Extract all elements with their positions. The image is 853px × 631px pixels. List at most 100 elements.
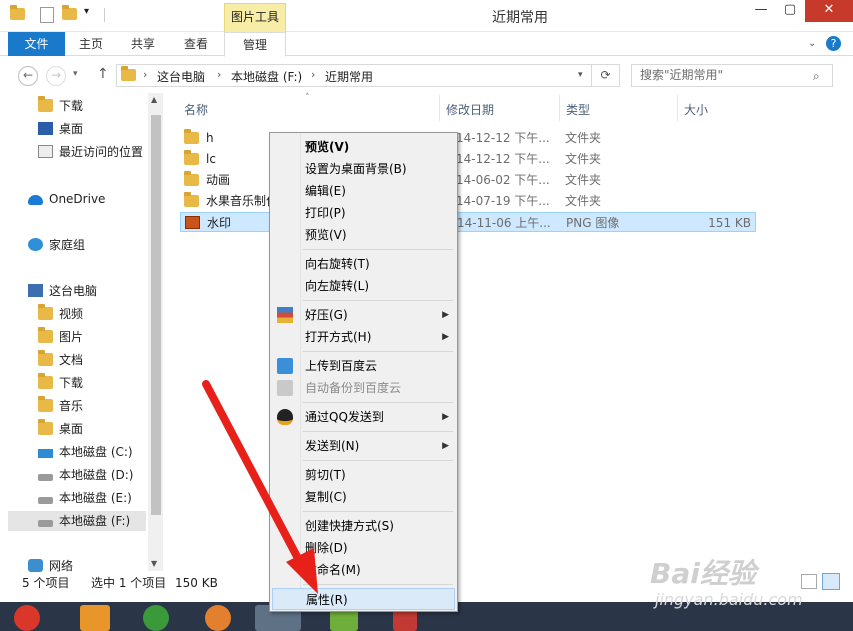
file-row[interactable]: lc 14-12-12 下午... 文件夹 (180, 149, 756, 169)
folder-icon (10, 5, 25, 22)
nav-item-drive-f[interactable]: 本地磁盘 (F:) (8, 511, 146, 531)
menu-item-edit[interactable]: 编辑(E) (272, 180, 455, 202)
folder-icon (121, 66, 136, 84)
nav-item-desktop-2[interactable]: 桌面 (38, 419, 83, 439)
ribbon-tabs: 文件 主页 共享 查看 管理 ⌄ ? (0, 32, 853, 57)
drive-icon (38, 497, 53, 504)
nav-item-onedrive[interactable]: OneDrive (28, 189, 105, 209)
nav-item-drive-e[interactable]: 本地磁盘 (E:) (38, 488, 132, 508)
tab-file[interactable]: 文件 (8, 32, 65, 56)
qat-divider (104, 8, 105, 22)
videos-icon (38, 304, 53, 320)
address-bar[interactable]: › 这台电脑 › 本地磁盘 (F:) › 近期常用 ▾ (116, 64, 592, 87)
nav-item-recent-places[interactable]: 最近访问的位置 (38, 142, 143, 162)
menu-item-haozip[interactable]: 好压(G) ▶ (272, 304, 455, 326)
drive-icon (38, 520, 53, 527)
back-icon[interactable]: ← (18, 66, 38, 86)
nav-item-downloads-2[interactable]: 下载 (38, 373, 83, 393)
arrow-head (286, 548, 318, 594)
system-drive-icon (38, 449, 53, 458)
file-row[interactable]: h 14-12-12 下午... 文件夹 (180, 128, 756, 148)
file-row[interactable]: 水果音乐制作 14-07-19 下午... 文件夹 (180, 191, 756, 211)
baidu-watermark-url: jingyan.baidu.com (655, 590, 803, 609)
close-icon[interactable]: ✕ (805, 0, 853, 22)
details-view-icon[interactable] (801, 574, 817, 589)
crumb-recent[interactable]: 近期常用 (325, 68, 373, 85)
submenu-arrow-icon: ▶ (442, 412, 449, 422)
media-player-icon[interactable] (14, 605, 40, 631)
address-dropdown-icon[interactable]: ▾ (578, 70, 583, 80)
menu-item-rotate-right[interactable]: 向右旋转(T) (272, 253, 455, 275)
file-row-selected[interactable]: 水印 14-11-06 上午... PNG 图像 151 KB (180, 212, 756, 232)
submenu-arrow-icon: ▶ (442, 332, 449, 342)
nav-item-pictures[interactable]: 图片 (38, 327, 83, 347)
folder-icon (184, 171, 199, 186)
crumb-this-pc[interactable]: 这台电脑 (157, 68, 205, 85)
nav-item-documents[interactable]: 文档 (38, 350, 83, 370)
refresh-icon[interactable]: ⟳ (592, 64, 620, 87)
scroll-down-icon[interactable]: ▼ (151, 559, 157, 568)
homegroup-icon (28, 238, 43, 251)
submenu-arrow-icon: ▶ (442, 310, 449, 320)
help-icon[interactable]: ? (826, 36, 841, 51)
nav-item-drive-c[interactable]: 本地磁盘 (C:) (38, 442, 133, 462)
scroll-up-icon[interactable]: ▲ (151, 95, 157, 104)
nav-item-homegroup[interactable]: 家庭组 (28, 235, 85, 255)
pictures-icon (38, 327, 53, 343)
nav-item-music[interactable]: 音乐 (38, 396, 83, 416)
up-icon[interactable]: ↑ (97, 66, 109, 82)
tab-view[interactable]: 查看 (175, 32, 217, 56)
music-icon (38, 396, 53, 412)
status-item-count: 5 个项目 (22, 576, 70, 590)
nav-scroll-thumb[interactable] (151, 115, 161, 515)
folder-icon (184, 192, 199, 207)
sort-indicator-icon: ˄ (305, 93, 310, 103)
search-icon: ⌕ (813, 69, 820, 83)
tab-manage[interactable]: 管理 (224, 32, 286, 57)
column-header-type[interactable]: 类型 (566, 101, 590, 118)
nav-item-videos[interactable]: 视频 (38, 304, 83, 324)
column-header-size[interactable]: 大小 (684, 101, 708, 118)
chrome-icon[interactable] (143, 605, 169, 631)
tab-home[interactable]: 主页 (70, 32, 112, 56)
new-folder-icon[interactable] (62, 5, 77, 22)
menu-item-set-wallpaper[interactable]: 设置为桌面背景(B) (272, 158, 455, 180)
nav-item-desktop[interactable]: 桌面 (38, 119, 83, 139)
menu-item-preview[interactable]: 预览(V) (272, 224, 455, 246)
maximize-icon[interactable]: ▢ (776, 0, 804, 22)
downloads-icon (38, 96, 53, 112)
qat-dropdown-icon[interactable]: ▾ (84, 6, 98, 20)
browser-icon[interactable] (205, 605, 231, 631)
nav-item-downloads[interactable]: 下载 (38, 96, 83, 116)
onedrive-icon (28, 195, 43, 205)
forward-icon[interactable]: → (46, 66, 66, 86)
network-icon (28, 559, 43, 572)
tab-share[interactable]: 共享 (122, 32, 164, 56)
file-row[interactable]: 动画 14-06-02 下午... 文件夹 (180, 170, 756, 190)
column-header-name[interactable]: 名称 (184, 101, 208, 118)
search-input[interactable]: 搜索"近期常用" (631, 64, 833, 87)
menu-item-rotate-left[interactable]: 向左旋转(L) (272, 275, 455, 297)
app-icon[interactable] (80, 605, 110, 631)
properties-icon[interactable] (40, 7, 54, 23)
nav-item-drive-d[interactable]: 本地磁盘 (D:) (38, 465, 133, 485)
recent-dropdown-icon[interactable]: ▾ (73, 69, 78, 79)
desktop-icon (38, 419, 53, 435)
folder-icon (184, 150, 199, 165)
documents-icon (38, 350, 53, 366)
desktop-icon (38, 122, 53, 135)
ribbon-expand-icon[interactable]: ⌄ (808, 38, 816, 49)
column-header-date[interactable]: 修改日期 (446, 101, 494, 118)
large-icons-view-icon[interactable] (822, 573, 840, 590)
haozip-icon (277, 307, 293, 323)
downloads-icon (38, 373, 53, 389)
nav-item-this-pc[interactable]: 这台电脑 (28, 281, 97, 301)
crumb-drive-f[interactable]: 本地磁盘 (F:) (231, 68, 302, 85)
menu-item-preview-default[interactable]: 预览(V) (272, 136, 455, 158)
submenu-arrow-icon: ▶ (442, 441, 449, 451)
picture-tools-group: 图片工具 (224, 3, 286, 33)
menu-item-open-with[interactable]: 打开方式(H) ▶ (272, 326, 455, 348)
minimize-icon[interactable]: — (747, 0, 775, 22)
menu-item-print[interactable]: 打印(P) (272, 202, 455, 224)
drive-icon (38, 474, 53, 481)
